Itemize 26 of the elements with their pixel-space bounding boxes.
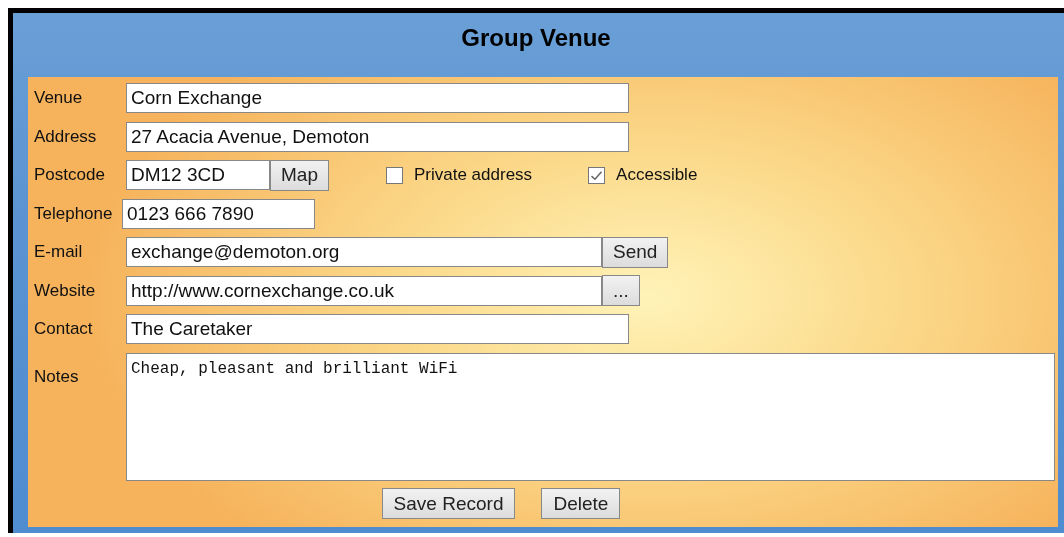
field-label: Website xyxy=(34,280,97,301)
field-label: Postcode xyxy=(34,165,106,185)
field-label: Address xyxy=(34,126,98,147)
field-label: Notes xyxy=(34,366,80,387)
checkbox-label: Accessible xyxy=(616,165,698,185)
form-title: Group Venue xyxy=(460,23,612,53)
field-button[interactable]: Map xyxy=(270,159,329,191)
input-field[interactable]: Corn Exchange xyxy=(126,83,629,113)
field-label: E-mail xyxy=(34,242,84,262)
field-label: Venue xyxy=(34,88,84,108)
input-field[interactable]: exchange@demoton.org xyxy=(126,237,602,267)
checkbox[interactable] xyxy=(385,166,403,184)
input-field[interactable]: 0123 666 7890 xyxy=(122,198,315,229)
field-button[interactable]: ... xyxy=(602,275,640,306)
input-field[interactable]: 27 Acacia Avenue, Demoton xyxy=(126,121,629,152)
checkbox[interactable] xyxy=(588,166,606,184)
notes-field[interactable]: Cheap, pleasant and brilliant WiFi xyxy=(126,352,1055,481)
input-field[interactable]: http://www.cornexchange.co.uk xyxy=(126,275,602,306)
action-button[interactable]: Delete xyxy=(541,488,621,519)
checkbox-label: Private address xyxy=(413,165,533,185)
input-field[interactable]: DM12 3CD xyxy=(126,160,270,190)
field-button[interactable]: Send xyxy=(602,236,669,268)
field-label: Telephone xyxy=(34,203,114,224)
input-field[interactable]: The Caretaker xyxy=(126,314,629,344)
action-button[interactable]: Save Record xyxy=(381,488,516,519)
field-label: Contact xyxy=(34,319,94,339)
